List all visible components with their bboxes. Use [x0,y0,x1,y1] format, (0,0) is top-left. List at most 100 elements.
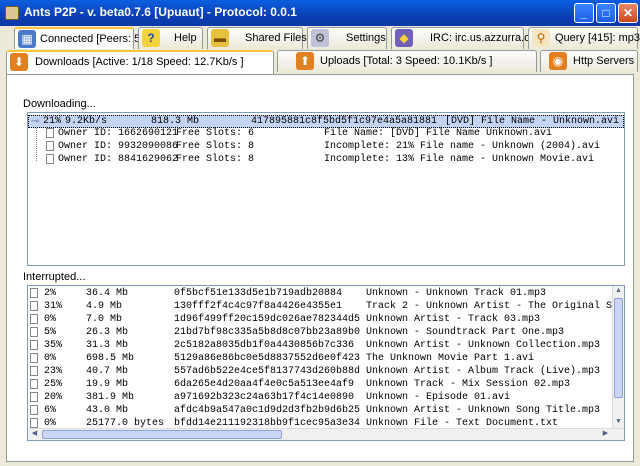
download-row[interactable]: ⊸ 21% 9.2Kb/s 818.3 Mb 417895881c8f5bd5f… [28,115,624,128]
row-name: Unknown - Soundtrack Part One.mp3 [366,327,565,338]
server-icon: ◉ [549,52,567,70]
scroll-left-icon[interactable]: ◀ [29,429,40,440]
scroll-thumb[interactable] [614,298,623,398]
table-row[interactable]: 5% 26.3 Mb 21bd7bf98c335a5b8d8c07bb23a89b0… [28,327,624,340]
table-row[interactable]: 25% 19.9 Mb 6da265e4d20aa4f4e0c5a513ee4af9… [28,379,624,392]
transfer-tabs: ⬇ Downloads [Active: 1/18 Speed: 12.7Kb/… [4,50,638,74]
row-percent: 31% [44,301,63,312]
vertical-scrollbar[interactable]: ▲ ▼ [612,286,624,440]
row-percent: 23% [44,366,63,377]
file-icon [30,392,38,402]
row-name: Unknown - Episode 01.avi [366,392,511,403]
row-percent: 2% [44,288,57,299]
window-title: Ants P2P - v. beta0.7.6 [Upuaut] - Proto… [24,5,297,19]
row-percent: 0% [44,353,57,364]
help-icon: ? [142,29,160,47]
scroll-down-icon[interactable]: ▼ [613,417,624,428]
collapse-icon[interactable]: ⊸ [31,116,39,128]
row-size: 19.9 Mb [86,379,129,390]
row-name: Track 2 - Unknown Artist - The Original … [366,301,625,312]
row-size: 381.9 Mb [86,392,135,403]
row-name: The Unknown Movie Part 1.avi [366,353,535,364]
horizontal-scrollbar[interactable]: ◀ ▶ [28,428,624,440]
table-row[interactable]: 20% 381.9 Mb a971692b323c24a63b17f4c14e089… [28,392,624,405]
app-icon [5,6,19,20]
row-percent: 20% [44,392,63,403]
upload-icon: ⬆ [296,52,314,70]
row-percent: 5% [44,327,57,338]
file-icon [30,288,38,298]
table-row[interactable]: 31% 4.9 Mb 130fff2f4c4c97f8a4426e4355e1 Tra… [28,301,624,314]
tab-help[interactable]: ? Help [138,27,203,49]
row-size: 36.4 Mb [86,288,129,299]
file-icon [30,418,38,428]
row-hash: afdc4b9a547a0c1d9d2d3fb2b9d6b25 [174,405,361,416]
interrupted-label: Interrupted... [23,271,86,283]
network-icon: ▦ [18,30,36,48]
row-name: Unknown Artist - Unknown Collection.mp3 [366,340,601,351]
downloading-label: Downloading... [23,98,96,110]
owner-row[interactable]: Owner ID: 9932090086 Free Slots: 8 Incom… [28,141,624,154]
table-row[interactable]: 0% 7.0 Mb 1d96f499ff20c159dc026ae782344d5 U… [28,314,624,327]
downloading-tree[interactable]: ⊸ 21% 9.2Kb/s 818.3 Mb 417895881c8f5bd5f… [27,112,625,266]
row-size: 43.0 Mb [86,405,129,416]
maximize-button[interactable]: □ [596,3,616,23]
downloads-panel: Downloading... ⊸ 21% 9.2Kb/s 818.3 Mb 41… [6,74,634,462]
row-hash: 2c5182a8035db1f0a4430856b7c336 [174,340,355,351]
close-button[interactable]: ✕ [618,3,638,23]
row-name: Unknown - Unknown Track 01.mp3 [366,288,547,299]
irc-icon: ◆ [395,29,413,47]
file-icon [30,301,38,311]
tab-uploads[interactable]: ⬆ Uploads [Total: 3 Speed: 10.1Kb/s ] [277,50,537,72]
table-row[interactable]: 35% 31.3 Mb 2c5182a8035db1f0a4430856b7c336… [28,340,624,353]
scroll-right-icon[interactable]: ▶ [600,429,611,440]
row-hash: 130fff2f4c4c97f8a4426e4355e1 [174,301,343,312]
tab-query[interactable]: ⚲ Query [415]: mp3* [528,27,640,49]
row-percent: 25% [44,379,63,390]
row-hash: 5129a86e86bc0e5d8837552d6e0f423 [174,353,361,364]
row-name: Unknown Artist - Track 03.mp3 [366,314,541,325]
file-icon [30,327,38,337]
scroll-thumb-horizontal[interactable] [42,430,282,439]
main-tabs: ▦ Connected [Peers: 5] ? Help ▬ Shared F… [4,27,640,49]
tab-irc[interactable]: ◆ IRC: irc.us.azzurra.org [391,27,540,49]
table-row[interactable]: 23% 40.7 Mb 557ad6b522e4ce5f8137743d260b88… [28,366,624,379]
row-name: Unknown Artist - Unknown Song Title.mp3 [366,405,601,416]
interrupted-list[interactable]: 2% 36.4 Mb 0f5bcf51e133d5e1b719adb20884 Unk… [27,285,625,441]
file-icon [46,128,54,138]
table-row[interactable]: 2% 36.4 Mb 0f5bcf51e133d5e1b719adb20884 Unk… [28,288,624,301]
search-icon: ⚲ [532,29,550,47]
owner-row[interactable]: Owner ID: 8841629062 Free Slots: 8 Incom… [28,154,624,167]
file-icon [30,379,38,389]
owner-row[interactable]: Owner ID: 1662690121 Free Slots: 6 File … [28,128,624,141]
file-icon [30,314,38,324]
row-size: 26.3 Mb [86,327,129,338]
tab-shared-files[interactable]: ▬ Shared Files [207,27,307,49]
file-icon [30,340,38,350]
folder-icon: ▬ [211,29,229,47]
tab-downloads[interactable]: ⬇ Downloads [Active: 1/18 Speed: 12.7Kb/… [6,50,274,74]
row-percent: 6% [44,405,57,416]
row-hash: 1d96f499ff20c159dc026ae782344d5 [174,314,361,325]
tab-connected[interactable]: ▦ Connected [Peers: 5] [14,27,143,49]
scroll-up-icon[interactable]: ▲ [613,286,624,297]
file-icon [30,353,38,363]
row-hash: a971692b323c24a63b17f4c14e0890 [174,392,355,403]
row-size: 698.5 Mb [86,353,135,364]
row-size: 31.3 Mb [86,340,129,351]
row-size: 40.7 Mb [86,366,129,377]
row-name: Unknown Artist - Album Track (Live).mp3 [366,366,601,377]
table-row[interactable]: 6% 43.0 Mb afdc4b9a547a0c1d9d2d3fb2b9d6b25… [28,405,624,418]
row-percent: 35% [44,340,63,351]
tab-settings[interactable]: ⚙ Settings [307,27,387,49]
file-icon [46,154,54,164]
row-hash: 0f5bcf51e133d5e1b719adb20884 [174,288,343,299]
file-icon [30,366,38,376]
minimize-button[interactable]: _ [574,3,594,23]
row-percent: 0% [44,314,57,325]
tab-http-servers[interactable]: ◉ Http Servers [540,50,638,72]
download-icon: ⬇ [10,53,28,71]
row-hash: 21bd7bf98c335a5b8d8c07bb23a89b0 [174,327,361,338]
table-row[interactable]: 0% 698.5 Mb 5129a86e86bc0e5d8837552d6e0f42… [28,353,624,366]
row-size: 7.0 Mb [86,314,123,325]
